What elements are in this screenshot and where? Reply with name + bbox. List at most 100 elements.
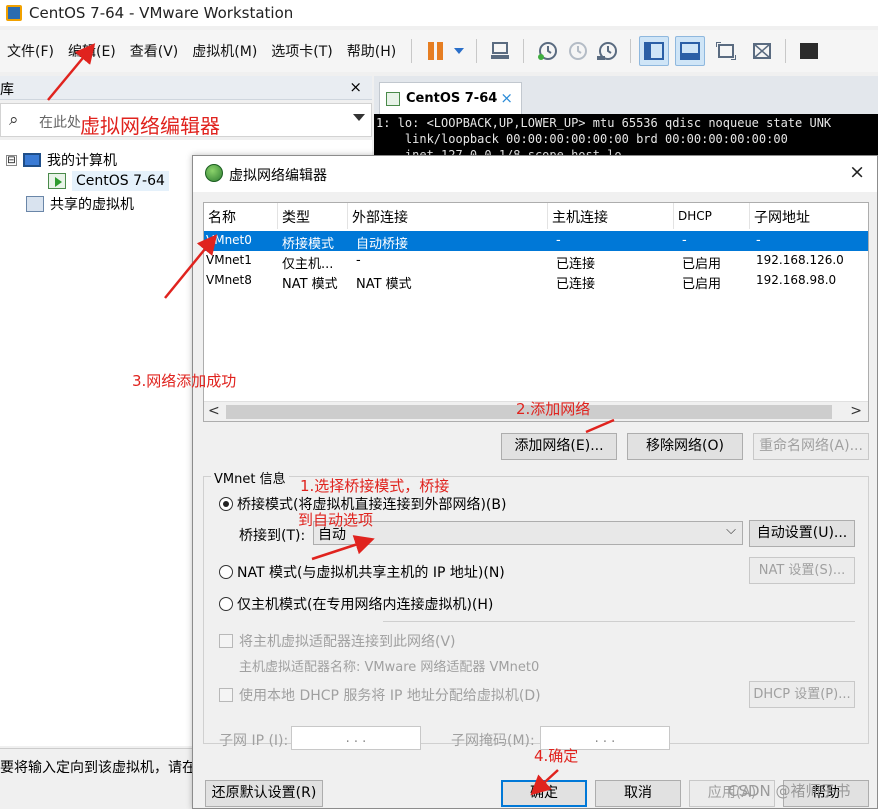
toolbar-separator <box>476 39 478 63</box>
subnet-mask-label: 子网掩码(M): <box>451 733 535 749</box>
tree-item-vm[interactable]: CentOS 7-64 <box>48 171 169 191</box>
snapshot-manager-icon[interactable] <box>592 36 622 66</box>
column-header-dhcp[interactable]: DHCP <box>674 203 750 229</box>
checkbox-unchecked[interactable] <box>219 634 233 648</box>
dhcp-checkbox[interactable]: 使用本地 DHCP 服务将 IP 地址分配给虚拟机(D) <box>219 685 541 705</box>
cell-name: VMnet0 <box>206 233 252 247</box>
column-header-host[interactable]: 主机连接 <box>548 203 674 229</box>
snapshot-icon[interactable] <box>532 36 562 66</box>
checkbox-unchecked[interactable] <box>219 688 233 702</box>
toolbar-separator <box>630 39 632 63</box>
tree-item-label: 我的计算机 <box>47 153 117 169</box>
toolbar-separator <box>523 39 525 63</box>
radio-unselected[interactable] <box>219 597 233 611</box>
divider <box>383 621 855 622</box>
menu-view[interactable]: 查看(V) <box>123 41 186 61</box>
fullscreen-icon[interactable] <box>711 36 741 66</box>
cell-host: 已连接 <box>556 257 596 272</box>
dialog-title: 虚拟网络编辑器 <box>229 168 327 184</box>
chevron-down-icon[interactable] <box>353 114 365 121</box>
table-row[interactable]: VMnet0 桥接模式 自动桥接 - - - <box>204 231 868 252</box>
revert-snapshot-icon[interactable] <box>562 36 592 66</box>
unity-icon[interactable] <box>747 36 777 66</box>
column-header-name[interactable]: 名称 <box>204 203 278 229</box>
column-header-type[interactable]: 类型 <box>278 203 348 229</box>
checkbox-label: 将主机虚拟适配器连接到此网络(V) <box>239 634 456 650</box>
add-network-button[interactable]: 添加网络(E)... <box>501 433 617 460</box>
radio-label: 仅主机模式(在专用网络内连接虚拟机)(H) <box>237 597 494 613</box>
vm-icon <box>386 91 400 106</box>
column-header-external[interactable]: 外部连接 <box>348 203 548 229</box>
connect-adapter-checkbox[interactable]: 将主机虚拟适配器连接到此网络(V) <box>219 631 456 651</box>
cancel-button[interactable]: 取消 <box>595 780 681 807</box>
pause-icon[interactable] <box>420 36 450 66</box>
auto-settings-button[interactable]: 自动设置(U)... <box>749 520 855 547</box>
collapse-icon[interactable]: ⊟ <box>6 154 17 166</box>
menu-tabs[interactable]: 选项卡(T) <box>264 41 339 61</box>
radio-selected[interactable] <box>219 497 233 511</box>
menubar: 文件(F) 编辑(E) 查看(V) 虚拟机(M) 选项卡(T) 帮助(H) <box>0 30 878 72</box>
send-ctrl-alt-del-icon[interactable] <box>485 36 515 66</box>
thumbnail-view-icon[interactable] <box>675 36 706 66</box>
library-view-icon[interactable] <box>639 36 670 66</box>
library-header: 库 × <box>0 76 372 100</box>
close-icon[interactable]: × <box>349 78 362 96</box>
close-icon[interactable]: × <box>500 89 513 107</box>
search-icon: ⌕ <box>9 110 19 130</box>
csdn-watermark: CSDN @褚师子书 <box>728 782 851 800</box>
dropdown-icon[interactable] <box>450 36 468 66</box>
bridge-to-label: 桥接到(T): <box>239 528 306 544</box>
column-header-subnet[interactable]: 子网地址 <box>750 203 868 229</box>
subnet-ip-label: 子网 IP (I): <box>219 733 289 749</box>
console-line: 1: lo: <LOOPBACK,UP,LOWER_UP> mtu 65536 … <box>376 116 832 130</box>
search-input[interactable]: 在此处 <box>39 112 81 132</box>
annotation-step4: 4.确定 <box>534 747 579 765</box>
table-row[interactable]: VMnet1 仅主机... - 已连接 已启用 192.168.126.0 <box>204 251 868 272</box>
vmware-app-icon <box>6 5 22 21</box>
scroll-left-icon[interactable]: < <box>208 403 220 419</box>
cell-type: 仅主机... <box>282 257 334 272</box>
tree-item-label: CentOS 7-64 <box>72 171 169 191</box>
bridge-to-select[interactable]: 自动 ⌵ <box>313 521 743 545</box>
nat-mode-radio[interactable]: NAT 模式(与虚拟机共享主机的 IP 地址)(N) <box>219 562 505 582</box>
status-bar: 要将输入定向到该虚拟机，请在 <box>0 748 196 778</box>
cell-name: VMnet1 <box>206 253 252 267</box>
menu-help[interactable]: 帮助(H) <box>340 41 403 61</box>
cell-external: 自动桥接 <box>356 237 409 252</box>
tree-item-shared-vms[interactable]: 共享的虚拟机 <box>26 194 134 214</box>
remove-network-button[interactable]: 移除网络(O) <box>627 433 743 460</box>
window-titlebar: CentOS 7-64 - VMware Workstation <box>0 0 878 26</box>
cell-host: - <box>556 233 561 248</box>
restore-defaults-button[interactable]: 还原默认设置(R) <box>205 780 323 807</box>
tab-label: CentOS 7-64 <box>406 91 498 106</box>
subnet-ip-input[interactable]: . . . <box>291 726 421 750</box>
ok-button[interactable]: 确定 <box>501 780 587 807</box>
annotation-step2: 2.添加网络 <box>516 400 591 418</box>
toolbar-separator <box>411 39 413 63</box>
tab-centos[interactable]: CentOS 7-64 × <box>379 82 522 114</box>
network-table: 名称 类型 外部连接 主机连接 DHCP 子网地址 VMnet0 桥接模式 自动… <box>203 202 869 422</box>
adapter-name-label: 主机虚拟适配器名称: VMware 网络适配器 VMnet0 <box>239 660 540 675</box>
cell-external: - <box>356 253 361 268</box>
menu-vm[interactable]: 虚拟机(M) <box>185 41 264 61</box>
dhcp-settings-button[interactable]: DHCP 设置(P)... <box>749 681 855 708</box>
nat-settings-button[interactable]: NAT 设置(S)... <box>749 557 855 584</box>
cell-dhcp: 已启用 <box>682 257 722 272</box>
console-line: link/loopback 00:00:00:00:00:00 brd 00:0… <box>376 132 788 146</box>
annotation-step3: 3.网络添加成功 <box>132 372 237 390</box>
host-only-radio[interactable]: 仅主机模式(在专用网络内连接虚拟机)(H) <box>219 594 493 614</box>
console-view-icon[interactable] <box>794 36 824 66</box>
window-title: CentOS 7-64 - VMware Workstation <box>29 4 294 22</box>
shared-vm-icon <box>26 196 44 212</box>
toolbar-separator <box>785 39 787 63</box>
radio-unselected[interactable] <box>219 565 233 579</box>
table-row[interactable]: VMnet8 NAT 模式 NAT 模式 已连接 已启用 192.168.98.… <box>204 271 868 292</box>
scroll-right-icon[interactable]: > <box>850 403 862 419</box>
menu-file[interactable]: 文件(F) <box>0 41 61 61</box>
cell-name: VMnet8 <box>206 273 252 287</box>
menu-edit[interactable]: 编辑(E) <box>61 41 123 61</box>
chevron-down-icon[interactable]: ⌵ <box>726 523 736 538</box>
rename-network-button[interactable]: 重命名网络(A)... <box>753 433 869 460</box>
tree-item-my-computer[interactable]: ⊟ 我的计算机 <box>6 150 117 170</box>
close-icon[interactable]: × <box>849 161 865 183</box>
